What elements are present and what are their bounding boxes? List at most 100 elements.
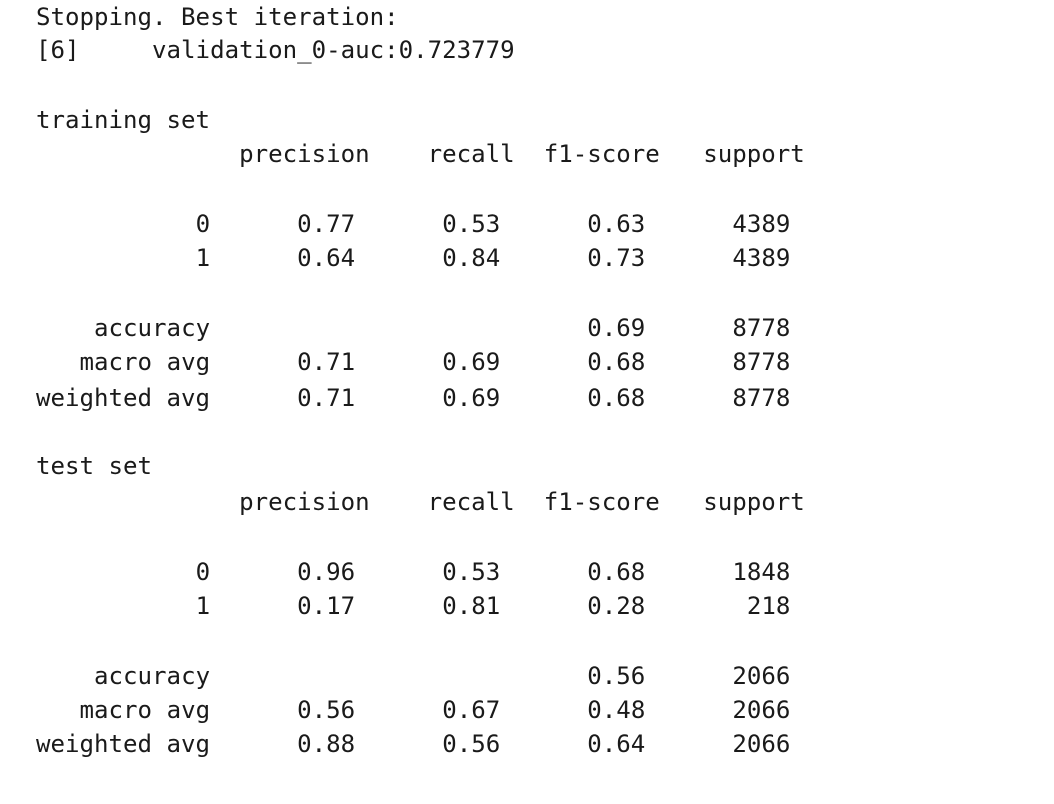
- support-value: 1848: [732, 558, 791, 586]
- row-label: weighted avg: [36, 730, 211, 758]
- column-padding: [355, 558, 442, 586]
- precision-value: 0.71: [297, 384, 356, 412]
- precision-value: 0.71: [297, 348, 356, 376]
- row-label: weighted avg: [36, 384, 211, 412]
- column-padding: [645, 348, 732, 376]
- column-padding: [645, 558, 732, 586]
- training-set-row-accuracy: accuracy 0.69 8778: [36, 311, 790, 345]
- f1-score-value: 0.68: [587, 348, 646, 376]
- f1-score-value: 0.64: [587, 730, 646, 758]
- column-padding: [210, 210, 297, 238]
- column-padding: [645, 730, 732, 758]
- column-padding: [500, 210, 587, 238]
- training-set-header-row: precision recall f1-score support: [36, 140, 805, 168]
- best-iteration-index: [6] validation_0-auc:0.723779: [36, 36, 515, 64]
- f1-score-value: 0.73: [587, 244, 646, 272]
- column-padding: [355, 384, 442, 412]
- stopping-message: Stopping. Best iteration:: [36, 3, 399, 31]
- f1-score-value: 0.48: [587, 696, 646, 724]
- precision-value: 0.77: [297, 210, 356, 238]
- column-padding: [36, 348, 80, 376]
- f1-score-value: 0.63: [587, 210, 646, 238]
- row-label: 1: [195, 244, 211, 272]
- precision-value: 0.64: [297, 244, 356, 272]
- precision-value: 0.17: [297, 592, 356, 620]
- column-padding: [36, 662, 94, 690]
- column-padding: [210, 244, 297, 272]
- training-set-row-weighted-avg: weighted avg 0.71 0.69 0.68 8778: [36, 381, 790, 415]
- column-padding: [210, 662, 355, 690]
- column-padding: [36, 210, 196, 238]
- f1-score-value: 0.69: [587, 314, 646, 342]
- best-iteration-line: [6] validation_0-auc:0.723779: [36, 33, 515, 67]
- f1-score-value: 0.28: [587, 592, 646, 620]
- support-value: 2066: [732, 662, 791, 690]
- column-padding: [645, 696, 732, 724]
- f1-score-value: 0.68: [587, 558, 646, 586]
- column-padding: [645, 592, 747, 620]
- f1-score-value: 0.56: [587, 662, 646, 690]
- row-label: 0: [195, 210, 211, 238]
- test-set-title: test set: [36, 452, 153, 480]
- column-padding: [36, 592, 196, 620]
- support-value: 4389: [732, 210, 791, 238]
- test-set-row-1: 1 0.17 0.81 0.28 218: [36, 589, 791, 623]
- column-padding: [210, 696, 297, 724]
- test-set-row-0: 0 0.96 0.53 0.68 1848: [36, 555, 791, 589]
- recall-value: 0.53: [442, 210, 501, 238]
- column-padding: [210, 384, 297, 412]
- column-padding: [500, 244, 587, 272]
- column-padding: [355, 314, 500, 342]
- recall-value: 0.56: [442, 730, 501, 758]
- column-padding: [210, 592, 297, 620]
- training-set-row-macro-avg: macro avg 0.71 0.69 0.68 8778: [36, 345, 791, 379]
- column-padding: [500, 348, 587, 376]
- test-set-row-macro-avg: macro avg 0.56 0.67 0.48 2066: [36, 693, 791, 727]
- column-padding: [500, 730, 587, 758]
- support-value: 8778: [732, 384, 791, 412]
- column-padding: [210, 314, 355, 342]
- test-set-row-accuracy: accuracy 0.56 2066: [36, 659, 790, 693]
- training-set-row-1: 1 0.64 0.84 0.73 4389: [36, 241, 791, 275]
- precision-value: 0.96: [297, 558, 356, 586]
- column-padding: [36, 558, 196, 586]
- recall-value: 0.53: [442, 558, 501, 586]
- console-output: Stopping. Best iteration: [6] validation…: [36, 0, 1036, 804]
- column-padding: [36, 696, 80, 724]
- column-padding: [500, 662, 587, 690]
- column-padding: [500, 592, 587, 620]
- test-set-row-weighted-avg: weighted avg 0.88 0.56 0.64 2066: [36, 727, 790, 761]
- support-value: 2066: [732, 696, 791, 724]
- support-value: 4389: [732, 244, 791, 272]
- column-padding: [500, 314, 587, 342]
- column-padding: [355, 348, 442, 376]
- row-label: macro avg: [79, 348, 211, 376]
- row-label: macro avg: [79, 696, 211, 724]
- column-padding: [500, 384, 587, 412]
- support-value: 2066: [732, 730, 791, 758]
- f1-score-value: 0.68: [587, 384, 646, 412]
- column-padding: [500, 558, 587, 586]
- recall-value: 0.69: [442, 384, 501, 412]
- test-set-header-row: precision recall f1-score support: [36, 488, 805, 516]
- recall-value: 0.69: [442, 348, 501, 376]
- column-padding: [645, 210, 732, 238]
- column-padding: [355, 592, 442, 620]
- training-set-row-0: 0 0.77 0.53 0.63 4389: [36, 207, 791, 241]
- recall-value: 0.84: [442, 244, 501, 272]
- support-value: 8778: [732, 348, 791, 376]
- row-label: accuracy: [94, 314, 211, 342]
- support-value: 218: [746, 592, 791, 620]
- row-label: 0: [195, 558, 211, 586]
- column-padding: [645, 244, 732, 272]
- column-padding: [36, 314, 94, 342]
- column-padding: [645, 314, 732, 342]
- support-value: 8778: [732, 314, 791, 342]
- column-padding: [355, 210, 442, 238]
- column-padding: [36, 244, 196, 272]
- column-padding: [355, 662, 500, 690]
- column-padding: [355, 696, 442, 724]
- column-padding: [210, 730, 297, 758]
- recall-value: 0.81: [442, 592, 501, 620]
- recall-value: 0.67: [442, 696, 501, 724]
